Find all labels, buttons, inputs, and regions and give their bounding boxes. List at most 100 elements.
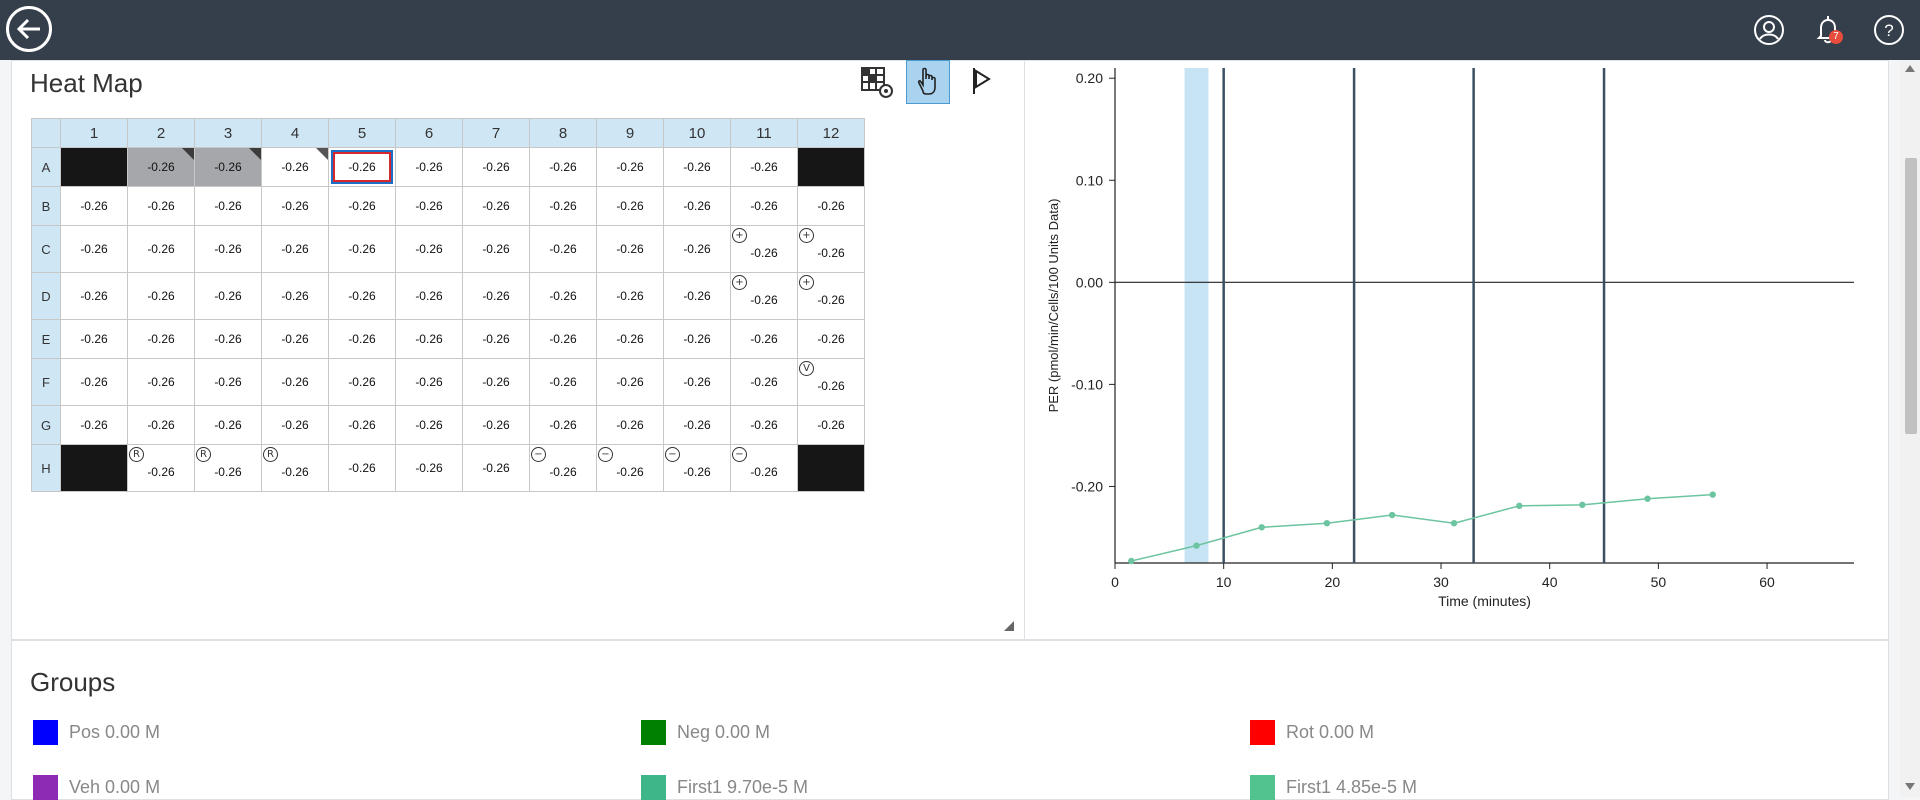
well-cell[interactable]: -0.26 (529, 358, 597, 406)
well-cell[interactable]: -0.26 (127, 405, 195, 445)
well-cell[interactable]: -0.26 (797, 405, 865, 445)
column-header[interactable]: 12 (797, 118, 865, 148)
well-cell[interactable]: -0.26 (261, 272, 329, 320)
well-cell[interactable]: -0.26 (127, 147, 195, 187)
well-cell[interactable]: -0.26 (663, 319, 731, 359)
well-cell[interactable]: -0.26 (663, 272, 731, 320)
well-cell[interactable]: -0.26 (596, 225, 664, 273)
well-cell[interactable]: -0.26 (462, 272, 530, 320)
well-cell[interactable]: -0.26 (529, 405, 597, 445)
well-cell[interactable]: + -0.26 (797, 225, 865, 273)
well-cell[interactable]: − -0.26 (663, 444, 731, 492)
well-cell[interactable]: -0.26 (462, 225, 530, 273)
column-header[interactable]: 7 (462, 118, 530, 148)
well-cell[interactable]: -0.26 (529, 319, 597, 359)
well-cell[interactable]: -0.26 (663, 358, 731, 406)
well-cell[interactable]: -0.26 (194, 186, 262, 226)
row-header[interactable]: G (31, 405, 61, 445)
well-cell[interactable]: R -0.26 (194, 444, 262, 492)
well-cell[interactable]: -0.26 (328, 225, 396, 273)
well-cell[interactable]: -0.26 (730, 405, 798, 445)
well-cell[interactable] (60, 444, 128, 492)
well-cell[interactable]: -0.26 (60, 186, 128, 226)
heatmap-settings-icon[interactable] (856, 60, 900, 104)
column-header[interactable]: 3 (194, 118, 262, 148)
well-cell[interactable]: -0.26 (462, 444, 530, 492)
well-cell[interactable]: -0.26 (462, 358, 530, 406)
scrollbar-thumb[interactable] (1905, 158, 1917, 434)
well-cell[interactable]: -0.26 (596, 186, 664, 226)
well-cell[interactable]: V -0.26 (797, 358, 865, 406)
well-cell[interactable]: -0.26 (730, 147, 798, 187)
well-cell[interactable]: R -0.26 (127, 444, 195, 492)
well-cell[interactable]: -0.26 (261, 358, 329, 406)
well-cell[interactable]: -0.26 (194, 358, 262, 406)
well-cell[interactable]: -0.26 (462, 405, 530, 445)
well-cell[interactable]: -0.26 (596, 147, 664, 187)
column-header[interactable]: 11 (730, 118, 798, 148)
well-cell[interactable]: -0.26 (395, 444, 463, 492)
well-cell[interactable]: -0.26 (395, 272, 463, 320)
well-cell[interactable]: -0.26 (60, 358, 128, 406)
well-cell[interactable]: -0.26 (462, 186, 530, 226)
well-cell[interactable]: -0.26 (328, 444, 396, 492)
hand-pointer-icon[interactable] (906, 60, 950, 104)
resize-handle-icon[interactable] (1004, 618, 1014, 631)
well-cell[interactable]: -0.26 (596, 358, 664, 406)
well-cell[interactable]: -0.26 (127, 225, 195, 273)
well-cell[interactable]: -0.26 (529, 147, 597, 187)
well-cell[interactable]: -0.26 (596, 405, 664, 445)
row-header[interactable]: C (31, 225, 61, 273)
well-cell[interactable]: + -0.26 (730, 272, 798, 320)
well-cell[interactable]: − -0.26 (529, 444, 597, 492)
well-cell[interactable]: -0.26 (529, 272, 597, 320)
well-cell[interactable]: -0.26 (127, 272, 195, 320)
well-cell[interactable]: -0.26 (529, 225, 597, 273)
well-cell[interactable]: -0.26 (261, 225, 329, 273)
well-cell[interactable]: -0.26 (797, 186, 865, 226)
well-cell[interactable]: -0.26 (328, 186, 396, 226)
well-cell[interactable]: -0.26 (395, 358, 463, 406)
well-cell[interactable]: − -0.26 (730, 444, 798, 492)
row-header[interactable]: D (31, 272, 61, 320)
well-cell[interactable]: − -0.26 (596, 444, 664, 492)
well-cell[interactable]: -0.26 (462, 319, 530, 359)
well-cell[interactable]: -0.26 (127, 358, 195, 406)
well-cell[interactable]: -0.26 (261, 319, 329, 359)
well-cell[interactable]: -0.26 (730, 319, 798, 359)
well-cell[interactable]: -0.26 (127, 186, 195, 226)
well-cell[interactable]: -0.26 (663, 225, 731, 273)
well-cell[interactable]: -0.26 (663, 405, 731, 445)
page-scrollbar[interactable] (1900, 60, 1920, 797)
well-cell[interactable] (60, 147, 128, 187)
help-icon[interactable]: ? (1873, 14, 1905, 46)
well-cell[interactable]: -0.26 (60, 225, 128, 273)
column-header[interactable]: 5 (328, 118, 396, 148)
well-cell[interactable] (797, 444, 865, 492)
well-cell[interactable]: -0.26 (797, 319, 865, 359)
well-cell[interactable]: -0.26 (395, 147, 463, 187)
well-cell[interactable]: -0.26 (462, 147, 530, 187)
well-cell[interactable]: -0.26 (395, 405, 463, 445)
well-cell[interactable]: -0.26 (663, 186, 731, 226)
well-cell[interactable]: R -0.26 (261, 444, 329, 492)
column-header[interactable]: 10 (663, 118, 731, 148)
well-cell[interactable]: -0.26 (60, 319, 128, 359)
column-header[interactable]: 6 (395, 118, 463, 148)
well-cell[interactable]: -0.26 (328, 358, 396, 406)
well-cell[interactable]: -0.26 (328, 319, 396, 359)
well-cell[interactable]: -0.26 (194, 405, 262, 445)
row-header[interactable]: B (31, 186, 61, 226)
back-arrow-icon[interactable] (6, 6, 52, 52)
well-cell[interactable]: -0.26 (194, 225, 262, 273)
flag-icon[interactable] (960, 60, 1004, 104)
well-cell[interactable]: -0.26 (328, 405, 396, 445)
column-header[interactable]: 2 (127, 118, 195, 148)
well-cell[interactable]: -0.26 (328, 147, 396, 187)
well-cell[interactable]: + -0.26 (730, 225, 798, 273)
well-cell[interactable]: -0.26 (596, 272, 664, 320)
column-header[interactable]: 9 (596, 118, 664, 148)
well-cell[interactable]: -0.26 (596, 319, 664, 359)
well-cell[interactable]: -0.26 (328, 272, 396, 320)
row-header[interactable]: A (31, 147, 61, 187)
